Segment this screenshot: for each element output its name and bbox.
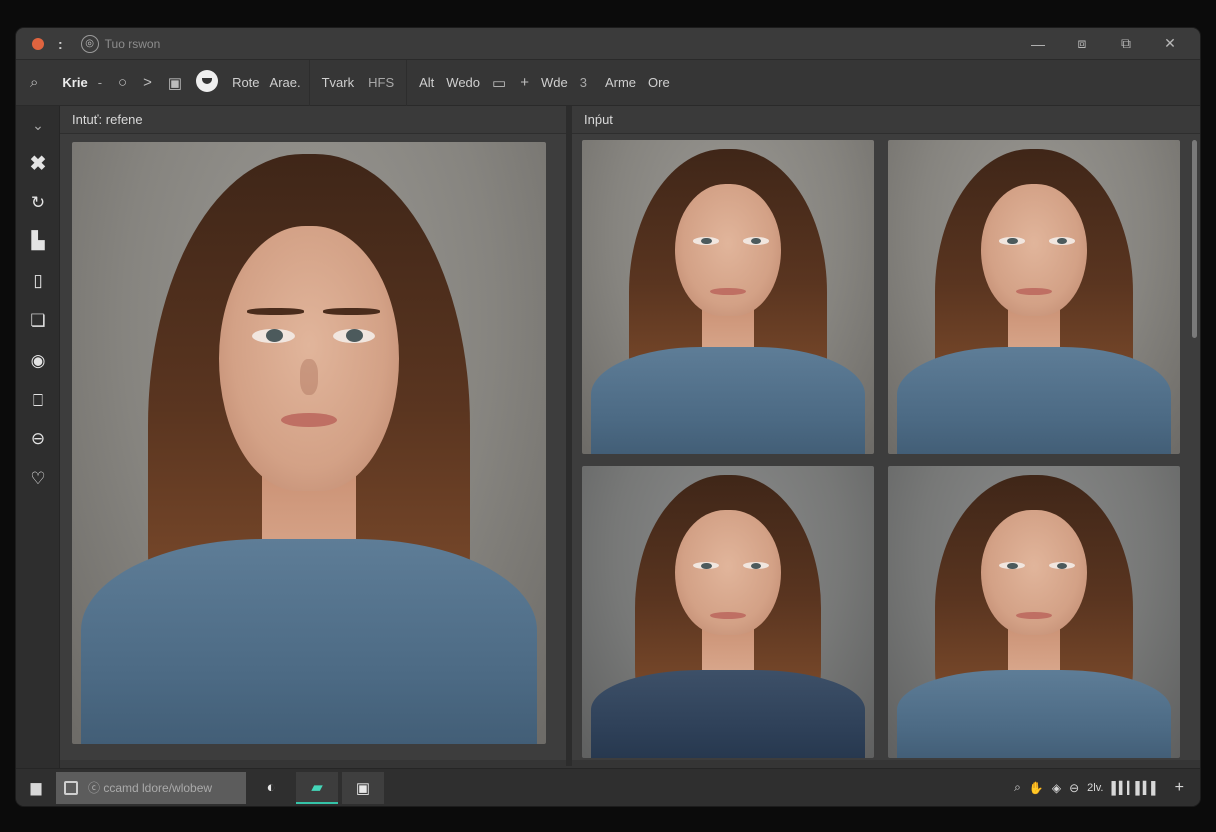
- app-menu-button[interactable]: :: [58, 36, 63, 52]
- brush-button[interactable]: ▰: [296, 771, 338, 804]
- main-toolbar: ⌕ Krie - ○ > ▣ Rote Arae. Tvark HFS Alt …: [16, 59, 1200, 106]
- status-bar: ▆ ⓒ ccamd ldore/wlobew ◐ ▰ ▣ ⌕ ✋ ◈ ⊖ 2lv…: [16, 768, 1200, 806]
- heart-icon[interactable]: ♡: [16, 462, 60, 496]
- window-title: Tuo rswon: [104, 36, 161, 51]
- menu-file[interactable]: Krie: [62, 75, 87, 90]
- chat-button[interactable]: ▣: [342, 771, 384, 804]
- status-right-group: ⌕ ✋ ◈ ⊖ 2lv. ▌▍▎▌▍▌ +: [1014, 779, 1184, 797]
- close-button[interactable]: ✕: [1148, 28, 1192, 60]
- reference-image[interactable]: [72, 142, 546, 744]
- close-dot-icon[interactable]: [32, 37, 44, 50]
- menu-wde[interactable]: Wde: [541, 75, 568, 90]
- search-icon[interactable]: ⌕: [30, 74, 38, 91]
- reference-panel: Intuť: refene: [60, 106, 566, 760]
- chevron-right-icon[interactable]: >: [143, 74, 152, 91]
- app-logo-icon: ◎: [80, 34, 99, 53]
- toolbar-separator-dash: -: [97, 75, 103, 90]
- toolbar-count: 3: [579, 75, 587, 90]
- layers-icon[interactable]: ❏: [16, 304, 60, 338]
- input-panel-title: Inṕut: [572, 106, 1200, 134]
- reference-panel-title: Intuť: refene: [60, 106, 566, 134]
- input-image-4[interactable]: [888, 466, 1180, 758]
- menu-ore[interactable]: Ore: [648, 75, 670, 90]
- menu-wedo[interactable]: Wedo: [446, 75, 480, 90]
- info-icon[interactable]: ◉: [16, 344, 60, 378]
- save-icon[interactable]: ▙: [16, 224, 60, 258]
- input-image-2[interactable]: [888, 140, 1180, 454]
- window-controls: — ⧈ ⧉ ✕: [1016, 28, 1192, 60]
- menu-alt[interactable]: Alt: [406, 59, 434, 106]
- collapse-chevron-icon[interactable]: ⌄: [16, 108, 60, 142]
- crop-icon[interactable]: ⎕: [16, 384, 60, 418]
- rectangle-icon[interactable]: ▯: [16, 264, 60, 298]
- input-image-3[interactable]: [582, 466, 874, 758]
- menu-arae[interactable]: Arae.: [270, 75, 301, 90]
- minimize-button[interactable]: —: [1016, 28, 1060, 60]
- zoom-out-icon[interactable]: ⊖: [1069, 781, 1079, 795]
- add-icon[interactable]: +: [1175, 779, 1184, 797]
- search-icon[interactable]: ⌕: [1014, 780, 1021, 795]
- sync-button[interactable]: ◐: [250, 772, 292, 804]
- menu-rote[interactable]: Rote: [232, 75, 259, 90]
- shield-icon[interactable]: ◈: [1052, 781, 1061, 795]
- left-tool-rail: ⌄ ✖ ↻ ▙ ▯ ❏ ◉ ⎕ ⊖ ♡: [16, 106, 60, 768]
- close-icon[interactable]: ✖: [16, 146, 60, 180]
- lasso-icon[interactable]: ↻: [16, 186, 60, 220]
- circle-tool-icon[interactable]: ○: [118, 74, 127, 91]
- histogram-icon: ▌▍▎▌▍▌: [1111, 780, 1159, 795]
- input-panel: Inṕut: [572, 106, 1200, 760]
- panel-icon[interactable]: ▭: [492, 74, 506, 92]
- zoom-level: 2lv.: [1087, 781, 1104, 794]
- minus-circle-icon[interactable]: ⊖: [16, 422, 60, 456]
- menu-hfs[interactable]: HFS: [368, 75, 394, 90]
- file-path-field[interactable]: ⓒ ccamd ldore/wlobew: [56, 771, 246, 804]
- file-path-text: ⓒ ccamd ldore/wlobew: [88, 781, 213, 795]
- folder-icon[interactable]: ▆: [16, 771, 56, 805]
- menu-tvark[interactable]: Tvark: [308, 59, 354, 106]
- maximize-button[interactable]: ⧉: [1104, 28, 1148, 60]
- restore-button[interactable]: ⧈: [1060, 28, 1104, 60]
- hand-icon[interactable]: ✋: [1029, 781, 1044, 795]
- input-panel-scrollbar[interactable]: [1192, 140, 1197, 338]
- input-image-1[interactable]: [582, 140, 874, 454]
- app-window: : ◎ Tuo rswon — ⧈ ⧉ ✕ ⌕ Krie - ○ > ▣ Rot…: [16, 28, 1200, 806]
- checkbox-icon[interactable]: [64, 780, 78, 795]
- title-bar: : ◎ Tuo rswon — ⧈ ⧉ ✕: [16, 28, 1200, 60]
- menu-arme[interactable]: Arme: [605, 75, 636, 90]
- avatar-icon[interactable]: [196, 70, 219, 95]
- frame-tool-icon[interactable]: ▣: [168, 74, 182, 92]
- add-icon[interactable]: +: [520, 74, 529, 91]
